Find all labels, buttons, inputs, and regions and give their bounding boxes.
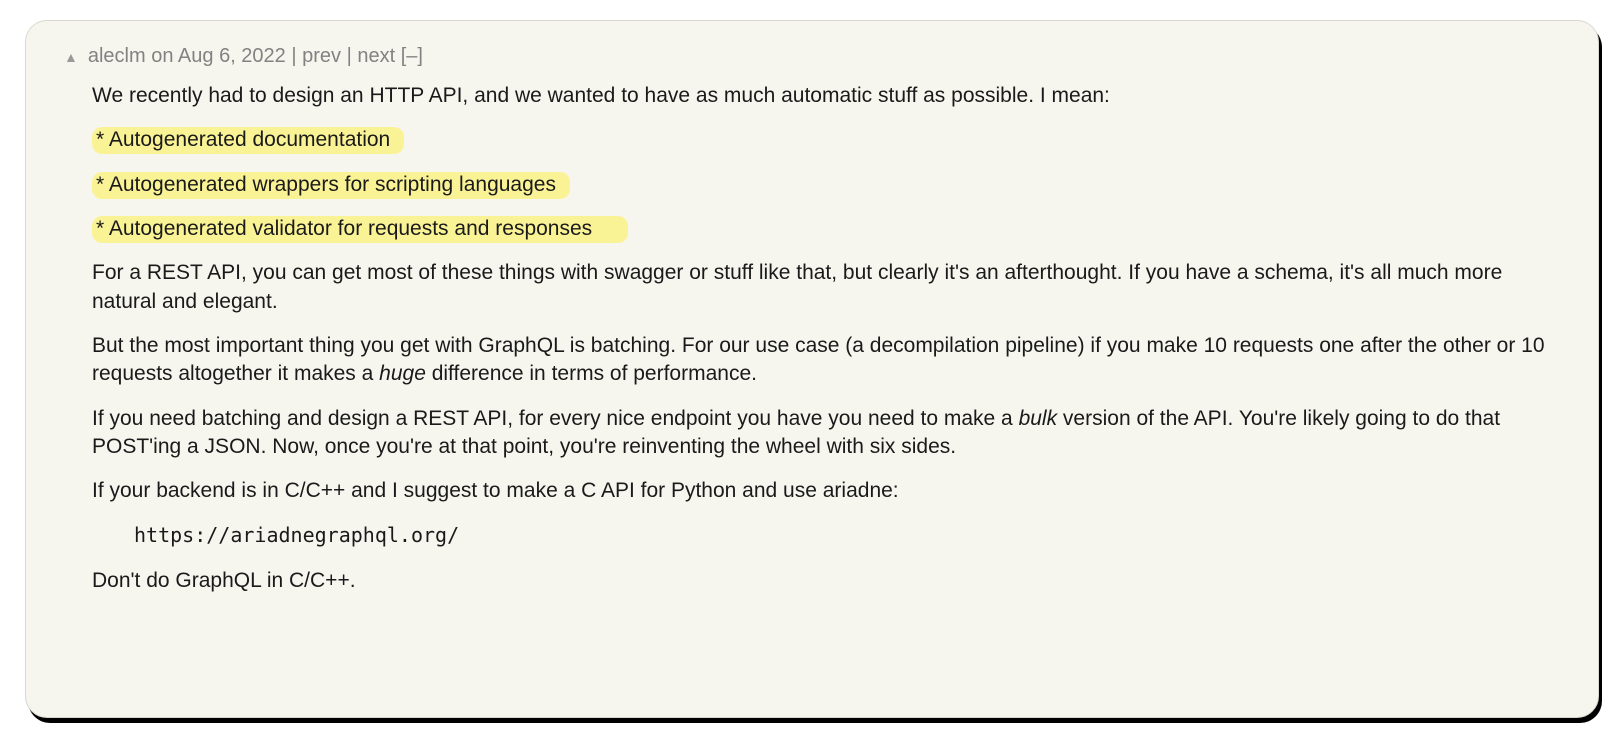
comment-body: We recently had to design an HTTP API, a…: [92, 82, 1568, 595]
emphasis: huge: [379, 362, 426, 385]
comment-header: ▲ aleclm on Aug 6, 2022 | prev | next [–…: [64, 45, 1568, 68]
username-link[interactable]: aleclm: [88, 45, 146, 67]
paragraph: If your backend is in C/C++ and I sugges…: [92, 477, 1568, 505]
paragraph: We recently had to design an HTTP API, a…: [92, 82, 1568, 110]
text-run: difference in terms of performance.: [426, 362, 757, 385]
bullet-line: * Autogenerated documentation: [92, 126, 1568, 154]
upvote-icon[interactable]: ▲: [64, 50, 78, 64]
text-run: If you need batching and design a REST A…: [92, 407, 1019, 430]
highlight: * Autogenerated validator for requests a…: [92, 216, 628, 243]
collapse-toggle[interactable]: [–]: [401, 45, 423, 67]
header-text: aleclm on Aug 6, 2022 | prev | next [–]: [88, 45, 423, 68]
separator: |: [347, 45, 358, 67]
paragraph: But the most important thing you get wit…: [92, 332, 1568, 389]
comment-card: ▲ aleclm on Aug 6, 2022 | prev | next [–…: [25, 20, 1599, 718]
prev-link[interactable]: prev: [302, 45, 341, 67]
bullet-line: * Autogenerated wrappers for scripting l…: [92, 171, 1568, 199]
text-run: But the most important thing you get wit…: [92, 334, 1545, 385]
code-block: https://ariadnegraphql.org/: [134, 522, 1568, 549]
paragraph: For a REST API, you can get most of thes…: [92, 259, 1568, 316]
next-link[interactable]: next: [357, 45, 395, 67]
on-word: on: [151, 45, 173, 67]
date-link[interactable]: Aug 6, 2022: [178, 45, 286, 67]
bullet-line: * Autogenerated validator for requests a…: [92, 215, 1568, 243]
separator: |: [291, 45, 302, 67]
paragraph: If you need batching and design a REST A…: [92, 405, 1568, 462]
highlight: * Autogenerated documentation: [92, 127, 404, 154]
paragraph: Don't do GraphQL in C/C++.: [92, 567, 1568, 595]
highlight: * Autogenerated wrappers for scripting l…: [92, 172, 570, 199]
emphasis: bulk: [1019, 407, 1058, 430]
